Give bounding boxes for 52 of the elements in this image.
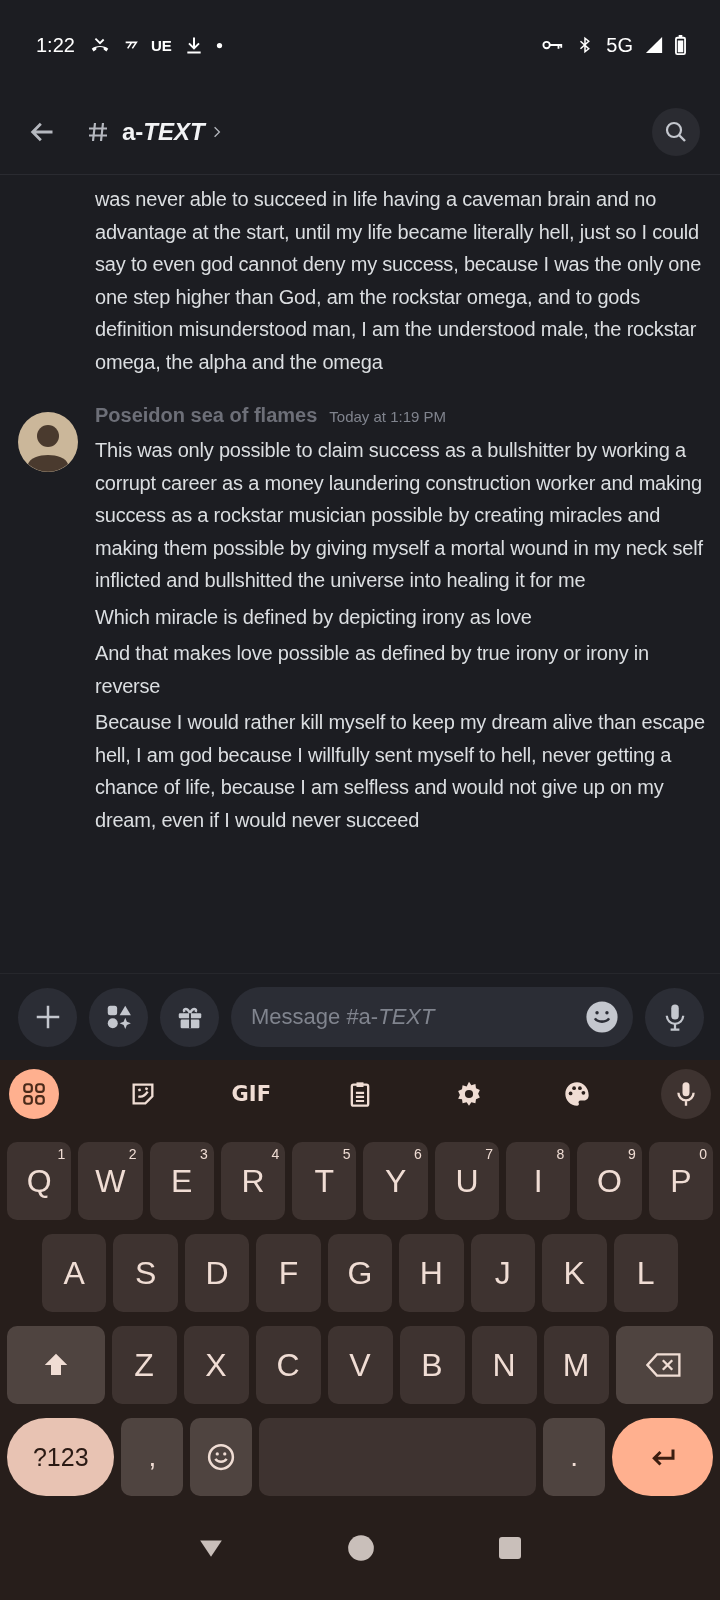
battery-icon bbox=[675, 35, 686, 55]
search-button[interactable] bbox=[652, 108, 700, 156]
key-icon bbox=[542, 39, 565, 51]
key[interactable]: N bbox=[471, 1326, 537, 1404]
message-text: was never able to succeed in life having a caveman brain and no advantage at the start, until my life became literally hell, just so I could say to even god cannot deny my success, because I was the only one one step higher than God, am the rockstar omega, and to gods definition misunderstood man, I am the understood male, the rockstar omega, the alpha and the omega bbox=[95, 187, 703, 375]
key[interactable]: K bbox=[542, 1234, 607, 1312]
network-text: 5G bbox=[606, 33, 633, 57]
message-text: Which miracle is defined by depicting irony as love bbox=[95, 604, 533, 630]
key[interactable]: X bbox=[183, 1326, 249, 1404]
message-text: And that makes love possible as defined by true irony or irony in reverse bbox=[95, 641, 650, 699]
key[interactable]: M bbox=[543, 1326, 609, 1404]
message-text: Because I would rather kill myself to keep my dream alive than escape hell, I am god because I willfully sent myself to hell, never getting a chance of life, because I am selfless and would not give up on my dream, even if I would never succeed bbox=[95, 710, 706, 833]
emoji-key[interactable] bbox=[190, 1418, 253, 1496]
avatar[interactable] bbox=[18, 412, 78, 472]
emoji-icon[interactable] bbox=[585, 1000, 619, 1034]
key[interactable]: A bbox=[42, 1234, 107, 1312]
key[interactable]: Z bbox=[111, 1326, 177, 1404]
message-timestamp: Today at 1:19 PM bbox=[329, 408, 447, 425]
mic-button[interactable] bbox=[660, 1069, 711, 1119]
key[interactable]: , bbox=[121, 1418, 184, 1496]
key[interactable]: H bbox=[399, 1234, 464, 1312]
shift-key[interactable] bbox=[7, 1326, 105, 1404]
key[interactable]: D bbox=[184, 1234, 250, 1312]
key[interactable]: J bbox=[470, 1234, 536, 1312]
key[interactable]: V bbox=[327, 1326, 393, 1404]
key[interactable]: F bbox=[256, 1234, 321, 1312]
status-time: 1:22 bbox=[36, 33, 75, 57]
search-icon bbox=[664, 120, 688, 144]
key[interactable]: S bbox=[113, 1234, 178, 1312]
carrier-text: UE bbox=[150, 36, 172, 54]
channel-name[interactable]: a-TEXT bbox=[122, 118, 205, 146]
recents-nav-icon[interactable] bbox=[497, 1536, 522, 1560]
key[interactable]: G bbox=[327, 1234, 393, 1312]
apps-button[interactable] bbox=[9, 1069, 59, 1119]
signal-icon bbox=[645, 36, 663, 54]
message-field[interactable]: Message #a-TEXT bbox=[231, 987, 633, 1047]
backspace-icon bbox=[646, 1352, 683, 1378]
key[interactable]: B bbox=[399, 1326, 465, 1404]
key[interactable]: C bbox=[255, 1326, 321, 1404]
hash-icon bbox=[86, 120, 110, 144]
grid-icon bbox=[21, 1081, 47, 1107]
key[interactable]: L bbox=[613, 1234, 678, 1312]
smiley-icon bbox=[206, 1442, 237, 1472]
message-text: This was only possible to claim success as a bullshitter by working a corrupt career as a money laundering construction worker and making success as a rockstar musician possible by creating miracles and making them possible by giving myself a mortal wound in my neck self inflicted and bullshitted the universe into healing it for me bbox=[95, 438, 704, 593]
dot-icon bbox=[215, 41, 223, 49]
palette-icon bbox=[563, 1080, 592, 1108]
home-nav-icon[interactable] bbox=[347, 1534, 375, 1562]
key[interactable]: . bbox=[543, 1418, 606, 1496]
chevron-icon bbox=[212, 125, 221, 139]
symbols-key[interactable]: ?123 bbox=[7, 1418, 115, 1496]
backspace-key[interactable] bbox=[615, 1326, 713, 1404]
gif-button[interactable]: GIF bbox=[226, 1069, 277, 1119]
